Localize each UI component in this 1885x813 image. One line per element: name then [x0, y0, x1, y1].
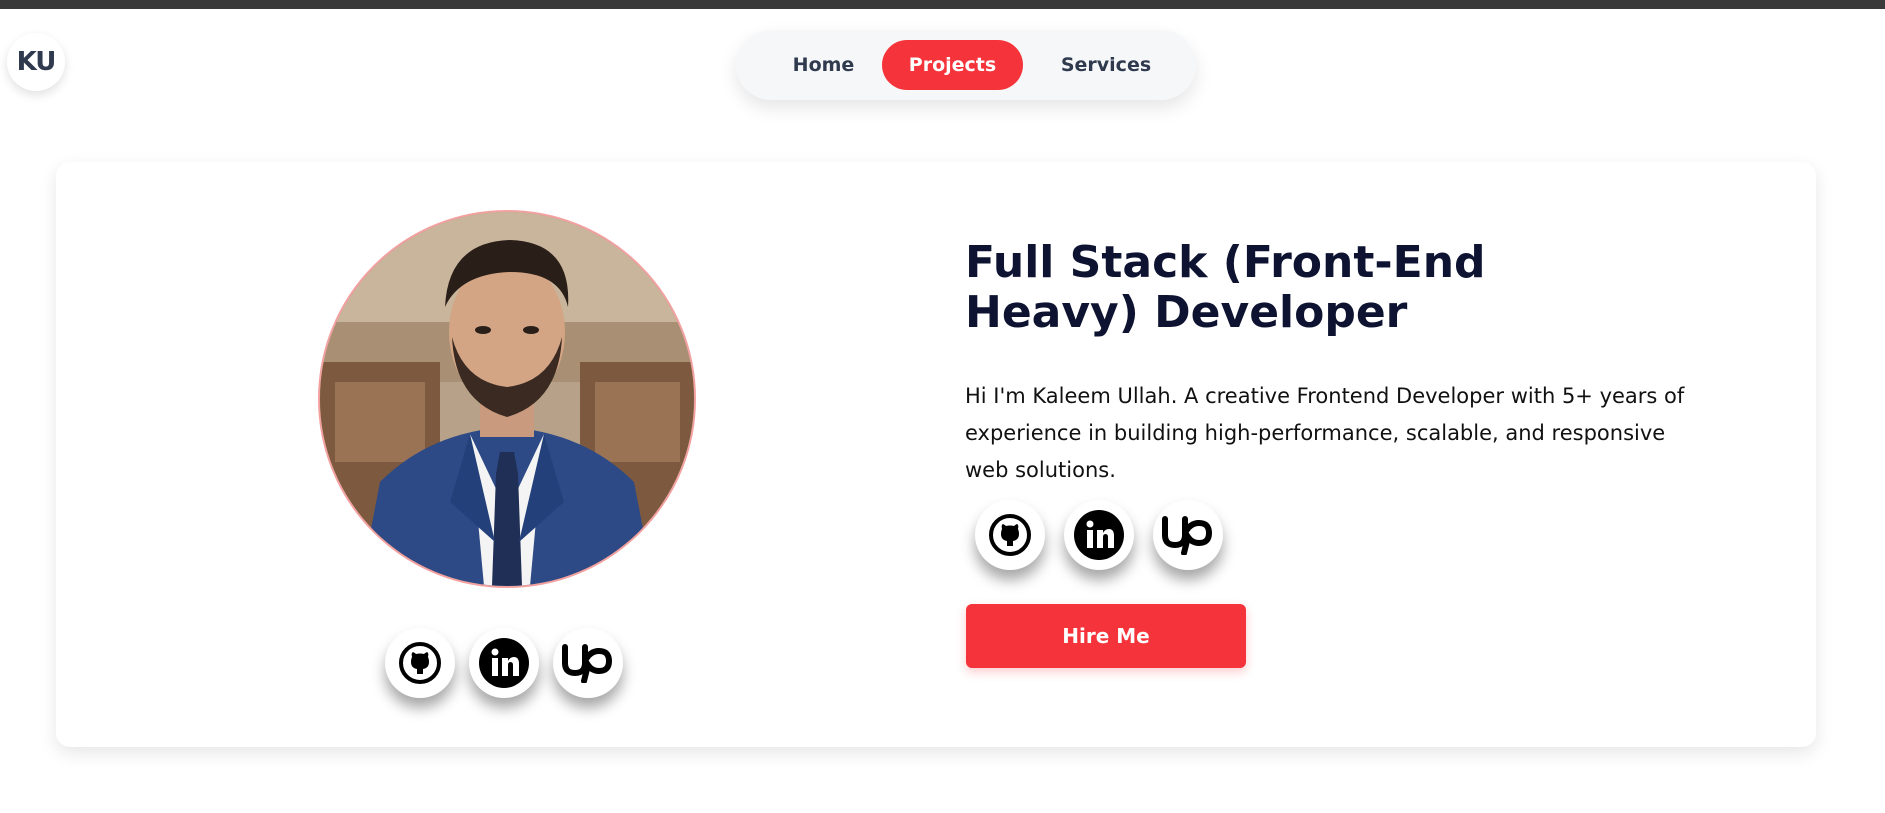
hero-heading: Full Stack (Front-End Heavy) Developer — [965, 237, 1486, 338]
upwork-button[interactable] — [553, 628, 623, 698]
github-button[interactable] — [385, 628, 455, 698]
nav-item-services[interactable]: Services — [1036, 40, 1176, 90]
social-links-bio — [975, 500, 1242, 570]
linkedin-icon — [479, 638, 529, 688]
upwork-icon — [1162, 516, 1213, 555]
github-icon — [989, 514, 1031, 556]
nav-item-projects[interactable]: Projects — [882, 40, 1023, 90]
hero-intro: Hi I'm Kaleem Ullah. A creative Frontend… — [965, 384, 1685, 482]
upwork-icon — [562, 644, 613, 683]
nav-item-home[interactable]: Home — [776, 40, 871, 90]
linkedin-button[interactable] — [1064, 500, 1134, 570]
main-navigation: Home Projects Services — [736, 30, 1196, 100]
profile-photo — [318, 210, 696, 588]
social-links-photo — [385, 628, 637, 698]
linkedin-icon — [1074, 510, 1124, 560]
hire-me-button[interactable]: Hire Me — [966, 604, 1246, 668]
linkedin-button[interactable] — [469, 628, 539, 698]
logo-initials: KU — [16, 47, 57, 77]
github-button[interactable] — [975, 500, 1045, 570]
logo-badge[interactable]: KU — [7, 33, 65, 91]
browser-top-bar — [0, 0, 1885, 9]
portrait-illustration — [320, 212, 694, 586]
upwork-button[interactable] — [1153, 500, 1223, 570]
github-icon — [399, 642, 441, 684]
